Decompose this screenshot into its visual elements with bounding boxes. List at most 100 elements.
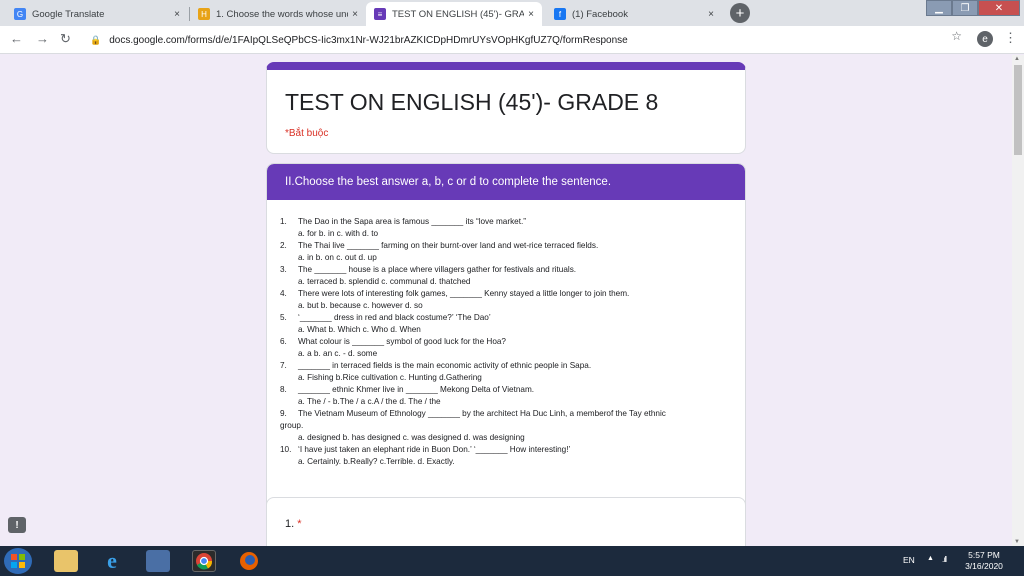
- tab-google-form[interactable]: ≡ TEST ON ENGLISH (45')- GRADE ×: [366, 2, 542, 26]
- options-text: a. What b. Which c. Who d. When: [298, 325, 421, 334]
- forward-arrow-icon[interactable]: →: [36, 31, 49, 46]
- tab-choose-words[interactable]: H 1. Choose the words whose unde ×: [190, 2, 366, 26]
- clock-time: 5:57 PM: [968, 550, 1000, 560]
- scroll-up-arrow-icon[interactable]: ▲: [1014, 56, 1020, 62]
- file-explorer-icon[interactable]: [54, 550, 78, 572]
- question-list: 1. The Dao in the Sapa area is famous ___…: [280, 216, 730, 468]
- internet-explorer-icon[interactable]: e: [100, 550, 124, 572]
- question-number: 6.: [280, 337, 287, 346]
- question-text-line: 4. There were lots of interesting folk ga…: [280, 288, 730, 300]
- firefox-logo-icon: [240, 552, 258, 570]
- window-close-button[interactable]: ✕: [978, 0, 1020, 16]
- tab-facebook[interactable]: f (1) Facebook ×: [546, 2, 722, 26]
- question-text: ‘_______ dress in red and black costume?…: [298, 313, 491, 322]
- section-card: II.Choose the best answer a, b, c or d t…: [266, 163, 746, 531]
- question-text-line: 10. ‘I have just taken an elephant ride i…: [280, 444, 730, 456]
- question-text: The Dao in the Sapa area is famous _____…: [298, 217, 527, 226]
- options-text: a. Certainly. b.Really? c.Terrible. d. E…: [298, 457, 455, 466]
- question-text-line: 7. _______ in terraced fields is the main…: [280, 360, 730, 372]
- media-player-icon[interactable]: [146, 550, 170, 572]
- question-number: 4.: [280, 289, 287, 298]
- question-text-line: 6. What colour is _______ symbol of good …: [280, 336, 730, 348]
- scrollbar-thumb[interactable]: [1014, 65, 1022, 155]
- close-icon[interactable]: ×: [352, 9, 358, 20]
- facebook-icon: f: [554, 8, 566, 20]
- options-text: a. terraced b. splendid c. communal d. t…: [298, 277, 471, 286]
- answer-options: a. The / - b.The / a c.A / the d. The / …: [280, 396, 730, 408]
- question-number: 3.: [280, 265, 287, 274]
- options-text: a. Fishing b.Rice cultivation c. Hunting…: [298, 373, 482, 382]
- taskbar-clock[interactable]: 5:57 PM 3/16/2020: [960, 550, 1008, 572]
- required-note: *Bắt buộc: [285, 128, 329, 139]
- form-page: TEST ON ENGLISH (45')- GRADE 8 *Bắt buộc…: [0, 55, 1012, 546]
- question-number: 8.: [280, 385, 287, 394]
- options-text: a. for b. in c. with d. to: [298, 229, 379, 238]
- close-icon[interactable]: ×: [528, 9, 534, 20]
- question-text-line: 3. The _______ house is a place where vil…: [280, 264, 730, 276]
- question-number: 5.: [280, 313, 287, 322]
- answer-options: a. Fishing b.Rice cultivation c. Hunting…: [280, 372, 730, 384]
- language-indicator[interactable]: EN: [903, 555, 915, 565]
- tab-title: Google Translate: [32, 8, 105, 20]
- page-scrollbar[interactable]: ▲ ▼: [1012, 55, 1024, 546]
- question-text: The Thai live _______ farming on their b…: [298, 241, 599, 250]
- answer-options: a. but b. because c. however d. so: [280, 300, 730, 312]
- tray-expand-icon[interactable]: ▲: [927, 555, 934, 562]
- tab-google-translate[interactable]: G Google Translate ×: [6, 2, 188, 26]
- chrome-icon[interactable]: [192, 550, 216, 572]
- close-icon[interactable]: ×: [174, 9, 180, 20]
- question-text-line: group.: [280, 420, 730, 432]
- answer-options: a. a b. an c. - d. some: [280, 348, 730, 360]
- options-text: a. designed b. has designed c. was desig…: [298, 433, 525, 442]
- question-number: 7.: [280, 361, 287, 370]
- question-text: The Vietnam Museum of Ethnology _______ …: [298, 409, 666, 418]
- close-icon[interactable]: ×: [708, 9, 714, 20]
- question-text-line: 5. ‘_______ dress in red and black costum…: [280, 312, 730, 324]
- scroll-down-arrow-icon[interactable]: ▼: [1014, 539, 1020, 545]
- form-title-card: TEST ON ENGLISH (45')- GRADE 8 *Bắt buộc: [266, 62, 746, 154]
- section-header: II.Choose the best answer a, b, c or d t…: [267, 164, 745, 200]
- clock-date: 3/16/2020: [965, 561, 1003, 571]
- lock-icon: 🔒: [90, 34, 102, 45]
- options-text: a. but b. because c. however d. so: [298, 301, 423, 310]
- firefox-icon[interactable]: [238, 550, 262, 572]
- question-text: group.: [280, 421, 304, 430]
- options-text: a. The / - b.The / a c.A / the d. The / …: [298, 397, 441, 406]
- browser-toolbar: ← → ↻ 🔒 docs.google.com/forms/d/e/1FAIpQ…: [0, 26, 1024, 54]
- question-number: 1.: [280, 217, 287, 226]
- minimize-button[interactable]: ▁: [926, 0, 952, 16]
- url-text: docs.google.com/forms/d/e/1FAIpQLSeQPbCS…: [109, 34, 628, 46]
- options-text: a. a b. an c. - d. some: [298, 349, 378, 358]
- signal-strength-icon[interactable]: .ıll: [942, 555, 947, 564]
- bookmark-star-icon[interactable]: ☆: [951, 29, 962, 43]
- profile-avatar[interactable]: e: [977, 31, 993, 47]
- question-1-label: 1. *: [285, 518, 302, 530]
- back-arrow-icon[interactable]: ←: [10, 31, 23, 46]
- new-tab-button[interactable]: +: [730, 3, 750, 23]
- google-forms-icon: ≡: [374, 8, 386, 20]
- google-translate-icon: G: [14, 8, 26, 20]
- report-feedback-icon[interactable]: !: [8, 517, 26, 533]
- start-button[interactable]: [4, 548, 32, 574]
- more-menu-icon[interactable]: ⋮: [1004, 30, 1017, 46]
- options-text: a. in b. on c. out d. up: [298, 253, 377, 262]
- hoc247-icon: H: [198, 8, 210, 20]
- reload-icon[interactable]: ↻: [60, 31, 71, 47]
- windows-logo-icon: [11, 554, 25, 568]
- question-number: 1.: [285, 518, 295, 530]
- maximize-button[interactable]: ❐: [952, 0, 978, 16]
- question-text-line: 2. The Thai live _______ farming on their…: [280, 240, 730, 252]
- address-bar[interactable]: 🔒 docs.google.com/forms/d/e/1FAIpQLSeQPb…: [90, 29, 970, 51]
- question-text: _______ in terraced fields is the main e…: [298, 361, 592, 370]
- question-number: 9.: [280, 409, 287, 418]
- answer-options: a. for b. in c. with d. to: [280, 228, 730, 240]
- question-text-line: 8. _______ ethnic Khmer live in _______ M…: [280, 384, 730, 396]
- tab-strip: G Google Translate × H 1. Choose the wor…: [0, 0, 1024, 26]
- chrome-logo-icon: [196, 553, 213, 570]
- question-text: What colour is _______ symbol of good lu…: [298, 337, 506, 346]
- question-number: 10.: [280, 445, 292, 454]
- answer-options: a. terraced b. splendid c. communal d. t…: [280, 276, 730, 288]
- window-controls: ▁ ❐ ✕: [926, 0, 1020, 16]
- question-text-line: 1. The Dao in the Sapa area is famous ___…: [280, 216, 730, 228]
- answer-options: a. What b. Which c. Who d. When: [280, 324, 730, 336]
